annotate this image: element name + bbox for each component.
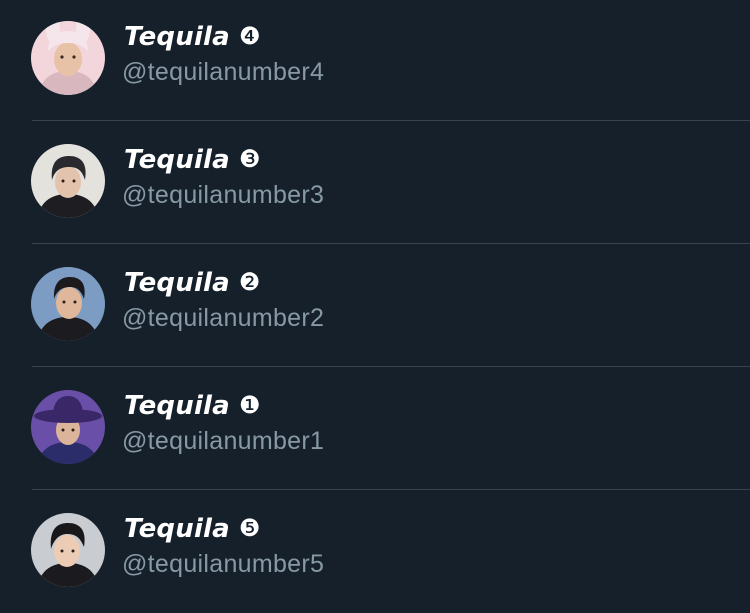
account-row[interactable]: Tequila ❸ @tequilanumber3 [0,121,750,244]
user-handle: @tequilanumber2 [122,304,325,332]
number-badge-icon: ❸ [238,145,261,173]
account-list: Tequila ❹ @tequilanumber4 Tequila ❸ @teq… [0,0,750,610]
user-handle: @tequilanumber5 [122,550,325,578]
display-name[interactable]: Tequila [124,514,230,544]
number-badge-icon: ❷ [238,268,261,296]
account-row[interactable]: Tequila ❹ @tequilanumber4 [0,0,750,121]
user-handle: @tequilanumber1 [122,427,325,455]
number-badge-icon: ❺ [238,514,261,542]
account-row[interactable]: Tequila ❺ @tequilanumber5 [0,490,750,613]
number-badge-icon: ❹ [238,22,261,50]
avatar[interactable] [31,513,105,587]
display-name[interactable]: Tequila [124,22,230,52]
avatar-person-bunny-hat-icon [31,21,105,95]
user-handle: @tequilanumber3 [122,181,325,209]
number-badge-icon: ❶ [238,391,261,419]
avatar[interactable] [31,21,105,95]
name-line: Tequila ❺ [124,512,260,546]
avatar[interactable] [31,267,105,341]
name-line: Tequila ❷ [124,266,260,300]
name-line: Tequila ❸ [124,143,260,177]
display-name[interactable]: Tequila [124,145,230,175]
avatar-person-hat-icon [31,390,105,464]
name-line: Tequila ❹ [124,20,260,54]
account-row[interactable]: Tequila ❷ @tequilanumber2 [0,244,750,367]
avatar-person-icon [31,144,105,218]
name-line: Tequila ❶ [124,389,260,423]
avatar-person-icon [31,513,105,587]
display-name[interactable]: Tequila [124,391,230,421]
avatar[interactable] [31,144,105,218]
avatar[interactable] [31,390,105,464]
account-row[interactable]: Tequila ❶ @tequilanumber1 [0,367,750,490]
display-name[interactable]: Tequila [124,268,230,298]
user-handle: @tequilanumber4 [122,58,325,86]
avatar-person-icon [31,267,105,341]
